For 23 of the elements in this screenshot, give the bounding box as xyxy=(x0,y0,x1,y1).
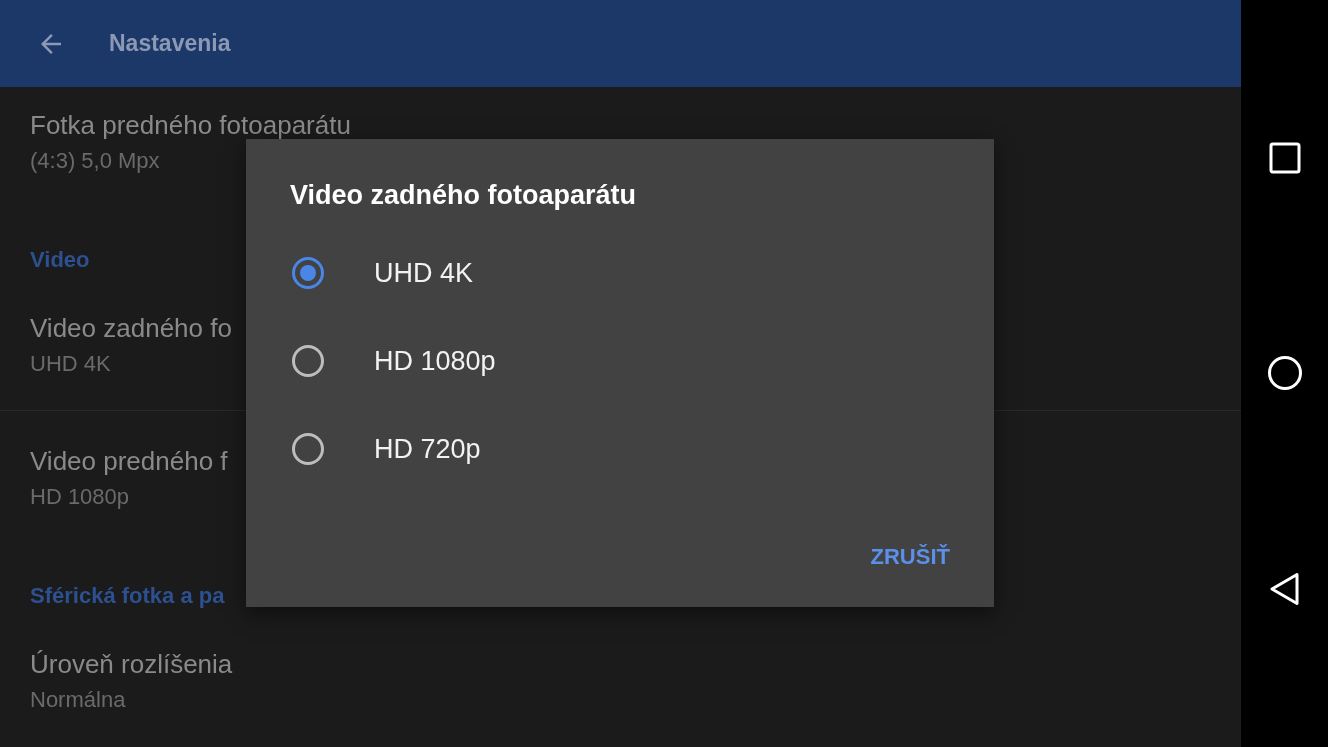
item-summary: HD 1080p xyxy=(30,483,130,511)
app-bar-title: Nastavenia xyxy=(109,30,231,57)
item-title: Video zadného fo xyxy=(30,312,232,345)
item-title: Video predného f xyxy=(30,445,228,478)
dialog-title: Video zadného fotoaparátu xyxy=(290,179,637,212)
item-summary: UHD 4K xyxy=(30,350,111,378)
option-label: HD 1080p xyxy=(374,345,496,377)
option-label: HD 720p xyxy=(374,433,481,465)
item-summary: (4:3) 5,0 Mpx xyxy=(30,147,160,175)
radio-button[interactable] xyxy=(292,345,324,377)
item-title: Fotka predného fotoaparátu xyxy=(30,109,351,142)
cancel-button[interactable]: ZRUŠIŤ xyxy=(862,533,958,581)
section-header: Sférická fotka a pa xyxy=(30,582,225,610)
triangle-icon xyxy=(1268,572,1301,607)
item-summary: Normálna xyxy=(30,686,126,714)
option-label: UHD 4K xyxy=(374,257,474,289)
item-title: Úroveň rozlíšenia xyxy=(30,648,233,681)
section-header: Video xyxy=(30,246,90,274)
settings-item[interactable]: Úroveň rozlíšenia Normálna xyxy=(0,614,1241,746)
radio-button[interactable] xyxy=(292,433,324,465)
circle-icon xyxy=(1266,355,1303,392)
radio-button[interactable] xyxy=(292,257,324,289)
square-icon xyxy=(1268,141,1301,174)
